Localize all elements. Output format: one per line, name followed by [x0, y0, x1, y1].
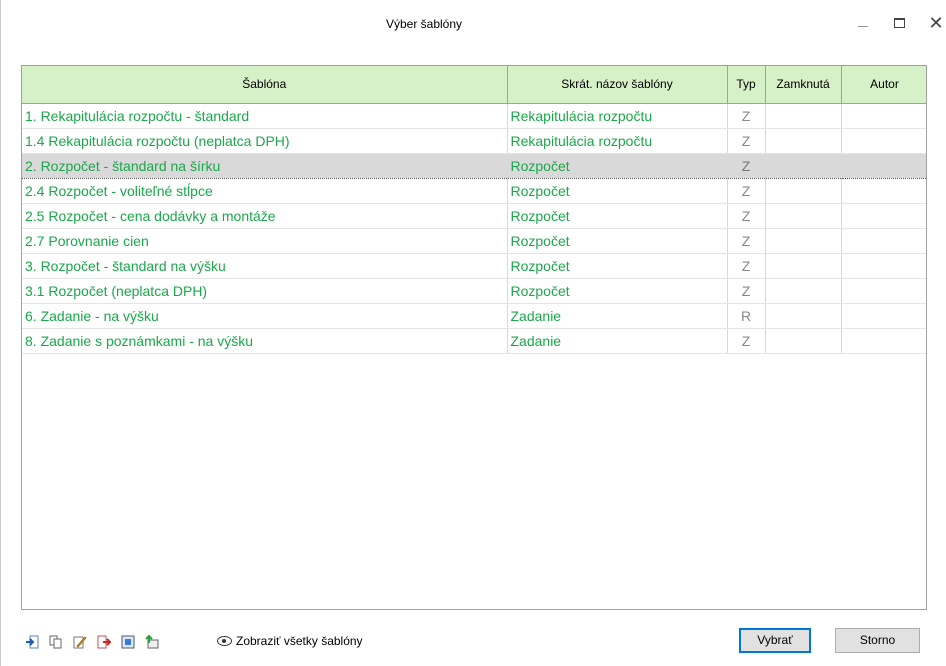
cell-author — [841, 278, 926, 304]
column-header-author[interactable]: Autor — [841, 66, 926, 104]
column-header-locked[interactable]: Zamknutá — [765, 66, 842, 104]
show-all-templates-label: Zobraziť všetky šablóny — [236, 634, 363, 648]
cell-short-name: Rozpočet — [507, 228, 728, 254]
cell-locked — [765, 153, 842, 179]
import-icon[interactable] — [25, 635, 39, 649]
table-row[interactable]: 2.5 Rozpočet - cena dodávky a montáže Roz… — [22, 203, 926, 229]
cell-locked — [765, 103, 842, 129]
cell-type: Z — [727, 203, 766, 229]
maximize-button[interactable] — [889, 12, 911, 34]
cell-short-name: Rozpočet — [507, 203, 728, 229]
upload-icon[interactable] — [145, 635, 159, 649]
templates-grid[interactable]: Šablóna Skrát. názov šablóny Typ Zamknut… — [21, 65, 927, 610]
cell-author — [841, 153, 926, 179]
cell-type: Z — [727, 103, 766, 129]
cell-short-name: Rekapitulácia rozpočtu — [507, 103, 728, 129]
minimize-icon — [858, 26, 868, 27]
cell-short-name: Zadanie — [507, 303, 728, 329]
cell-author — [841, 178, 926, 204]
table-row[interactable]: 8. Zadanie s poznámkami - na výšku Zadani… — [22, 328, 926, 354]
cell-author — [841, 328, 926, 354]
close-button[interactable]: ✕ — [925, 12, 946, 34]
export-icon[interactable] — [97, 635, 111, 649]
cell-template-name: 2.4 Rozpočet - voliteľné stĺpce — [22, 178, 508, 204]
cell-type: R — [727, 303, 766, 329]
cancel-button[interactable]: Storno — [835, 628, 920, 653]
cell-locked — [765, 203, 842, 229]
cell-author — [841, 128, 926, 154]
column-header-type[interactable]: Typ — [727, 66, 766, 104]
table-row[interactable]: 1.4 Rekapitulácia rozpočtu (neplatca DPH… — [22, 128, 926, 154]
template-selection-dialog: Výber šablóny ✕ Šablóna Skrát. názov šab… — [0, 0, 946, 666]
cell-author — [841, 253, 926, 279]
minimize-button[interactable] — [853, 12, 875, 34]
cell-locked — [765, 303, 842, 329]
window-title: Výber šablóny — [385, 17, 463, 31]
show-all-templates-toggle[interactable]: Zobraziť všetky šablóny — [217, 634, 363, 648]
cell-locked — [765, 178, 842, 204]
title-bar: Výber šablóny ✕ — [1, 0, 946, 50]
cell-template-name: 2.7 Porovnanie cien — [22, 228, 508, 254]
cell-template-name: 2. Rozpočet - štandard na šírku — [22, 153, 508, 179]
templates-table: Šablóna Skrát. názov šablóny Typ Zamknut… — [22, 66, 926, 354]
cell-locked — [765, 253, 842, 279]
cell-short-name: Zadanie — [507, 328, 728, 354]
select-button[interactable]: Vybrať — [739, 628, 811, 653]
cell-template-name: 3. Rozpočet - štandard na výšku — [22, 253, 508, 279]
cell-locked — [765, 278, 842, 304]
cell-author — [841, 303, 926, 329]
cell-type: Z — [727, 178, 766, 204]
table-row[interactable]: 1. Rekapitulácia rozpočtu - štandard Reka… — [22, 103, 926, 129]
bottom-toolbar: Zobraziť všetky šablóny Vybrať Storno — [21, 627, 927, 655]
cell-type: Z — [727, 228, 766, 254]
cell-short-name: Rozpočet — [507, 278, 728, 304]
cell-template-name: 3.1 Rozpočet (neplatca DPH) — [22, 278, 508, 304]
table-row[interactable]: 2. Rozpočet - štandard na šírku Rozpočet Z — [22, 153, 926, 179]
cell-short-name: Rozpočet — [507, 253, 728, 279]
cell-template-name: 6. Zadanie - na výšku — [22, 303, 508, 329]
cell-author — [841, 228, 926, 254]
cell-template-name: 1. Rekapitulácia rozpočtu - štandard — [22, 103, 508, 129]
cell-template-name: 8. Zadanie s poznámkami - na výšku — [22, 328, 508, 354]
table-row[interactable]: 3. Rozpočet - štandard na výšku Rozpočet Z — [22, 253, 926, 279]
cell-locked — [765, 128, 842, 154]
table-row[interactable]: 2.4 Rozpočet - voliteľné stĺpce Rozpočet Z — [22, 178, 926, 204]
cell-type: Z — [727, 278, 766, 304]
preview-icon[interactable] — [121, 635, 135, 649]
cell-short-name: Rozpočet — [507, 153, 728, 179]
cell-short-name: Rekapitulácia rozpočtu — [507, 128, 728, 154]
cell-template-name: 1.4 Rekapitulácia rozpočtu (neplatca DPH… — [22, 128, 508, 154]
column-header-template[interactable]: Šablóna — [22, 66, 508, 104]
cell-author — [841, 203, 926, 229]
cell-type: Z — [727, 328, 766, 354]
maximize-icon — [894, 18, 905, 28]
edit-icon[interactable] — [73, 635, 87, 649]
cell-template-name: 2.5 Rozpočet - cena dodávky a montáže — [22, 203, 508, 229]
cell-type: Z — [727, 153, 766, 179]
copy-icon[interactable] — [49, 635, 63, 649]
table-row[interactable]: 2.7 Porovnanie cien Rozpočet Z — [22, 228, 926, 254]
table-row[interactable]: 3.1 Rozpočet (neplatca DPH) Rozpočet Z — [22, 278, 926, 304]
eye-icon — [217, 636, 232, 646]
table-row[interactable]: 6. Zadanie - na výšku Zadanie R — [22, 303, 926, 329]
close-icon: ✕ — [928, 13, 944, 33]
cell-locked — [765, 328, 842, 354]
cell-type: Z — [727, 128, 766, 154]
cell-author — [841, 103, 926, 129]
column-header-short-name[interactable]: Skrát. názov šablóny — [507, 66, 728, 104]
table-header-row: Šablóna Skrát. názov šablóny Typ Zamknut… — [22, 66, 926, 104]
cell-locked — [765, 228, 842, 254]
cell-type: Z — [727, 253, 766, 279]
cell-short-name: Rozpočet — [507, 178, 728, 204]
